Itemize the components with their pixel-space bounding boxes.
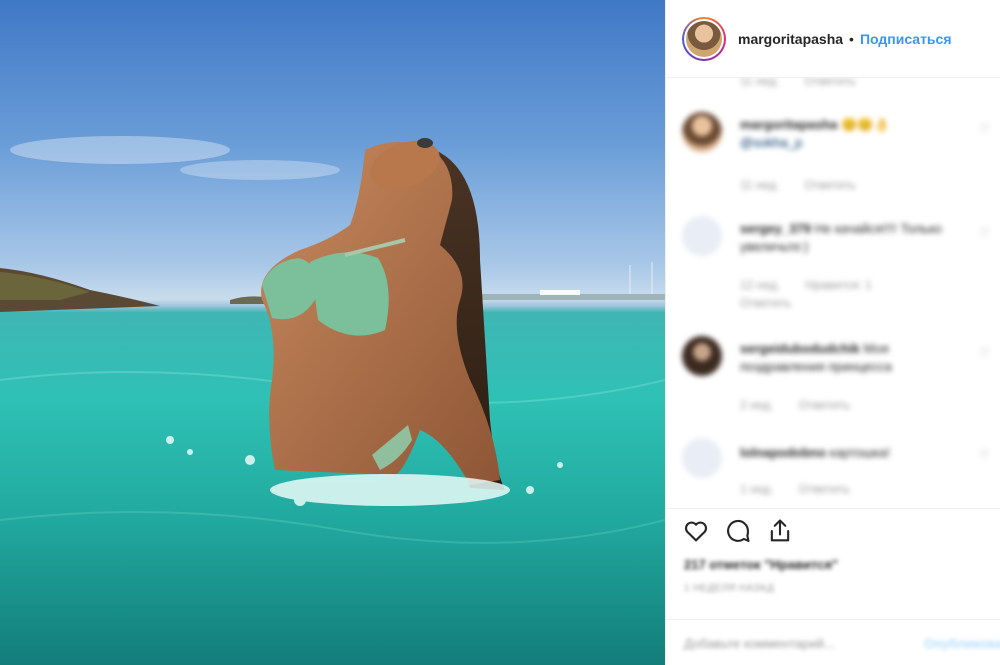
follow-button[interactable]: Подписаться <box>860 31 952 47</box>
comment-body: 😊😊👌 <box>841 117 890 132</box>
comment-mention[interactable]: @sokha_p <box>740 135 802 150</box>
post-actions: 217 отметок "Нравится" 1 НЕДЕЛЯ НАЗАД До… <box>666 508 1000 665</box>
comment-likes[interactable]: Нравится: 1 <box>805 278 871 292</box>
username-link[interactable]: margoritapasha <box>738 31 843 47</box>
comment-like-icon[interactable]: ♡ <box>979 448 990 462</box>
comment-avatar[interactable] <box>682 216 722 256</box>
comment-time: 12 нед. <box>740 278 781 292</box>
comment-text: lolnapodobno картошка! <box>740 444 970 462</box>
comment-avatar[interactable] <box>682 112 722 152</box>
speech-bubble-icon[interactable] <box>724 517 752 545</box>
comment-avatar[interactable] <box>682 336 722 376</box>
comment-body: картошка! <box>829 445 890 460</box>
avatar[interactable] <box>682 16 726 61</box>
comment-meta-2: Ответить <box>740 296 813 310</box>
comment-like-icon[interactable]: ♡ <box>979 226 990 240</box>
comment-avatar[interactable] <box>682 438 722 478</box>
publish-button[interactable]: Опубликовать <box>924 636 1000 651</box>
comment-meta: 2 нед. Ответить <box>740 398 872 412</box>
photo-illustration <box>0 136 665 544</box>
comment-like-icon[interactable]: ♡ <box>979 122 990 136</box>
comments-list[interactable]: 11 нед. Ответить margoritapasha 😊😊👌 @sok… <box>666 60 1000 512</box>
share-icon[interactable] <box>766 517 794 545</box>
post-photo[interactable] <box>0 0 665 665</box>
comment-like-icon[interactable]: ♡ <box>979 346 990 360</box>
avatar-image <box>686 20 722 57</box>
action-icons <box>682 517 794 545</box>
comment-username[interactable]: lolnapodobno <box>740 445 826 460</box>
comment-input[interactable]: Добавьте комментарий... <box>684 636 835 651</box>
post-date[interactable]: 1 НЕДЕЛЯ НАЗАД <box>684 583 774 594</box>
comment-meta: 1 нед. Ответить <box>740 482 872 496</box>
comment-time: 2 нед. <box>740 398 774 412</box>
comment-time: 11 нед. <box>740 178 780 192</box>
separator-dot: • <box>849 30 854 47</box>
comment-form: Добавьте комментарий... Опубликовать <box>666 619 1000 665</box>
comment-meta: 11 нед. Ответить <box>740 178 878 192</box>
reply-button[interactable]: Ответить <box>740 296 791 310</box>
post-sidebar: margoritapasha • Подписаться 11 нед. Отв… <box>665 0 1000 665</box>
comment-username[interactable]: sergey_379 <box>740 221 811 236</box>
comment-username[interactable]: margoritapasha <box>740 117 838 132</box>
post-header: margoritapasha • Подписаться <box>666 0 1000 78</box>
heart-icon[interactable] <box>682 517 710 545</box>
reply-button[interactable]: Ответить <box>799 398 850 412</box>
comment-username[interactable]: sergeidubodudchik <box>740 341 860 356</box>
likes-count[interactable]: 217 отметок "Нравится" <box>684 557 838 572</box>
comment-meta: 12 нед. Нравится: 1 <box>740 278 894 292</box>
comment-text: sergey_379 Не качайся!!!! Только увеличь… <box>740 220 970 256</box>
comment-text: sergeidubodudchik Моя поздравления принц… <box>740 340 970 376</box>
comment-time: 1 нед. <box>740 482 774 496</box>
comment-text: margoritapasha 😊😊👌 @sokha_p <box>740 116 970 152</box>
reply-button[interactable]: Ответить <box>799 482 850 496</box>
reply-button[interactable]: Ответить <box>805 178 856 192</box>
